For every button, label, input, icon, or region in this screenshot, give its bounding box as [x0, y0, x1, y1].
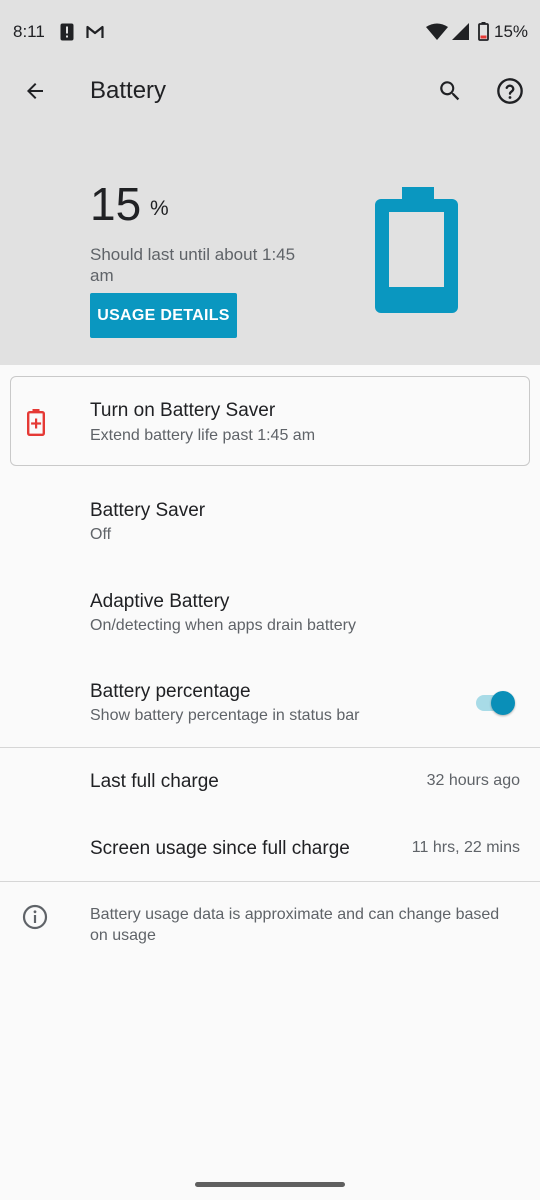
battery-icon — [478, 22, 489, 41]
info-icon — [22, 904, 48, 930]
battery-percentage-item[interactable]: Battery percentage Show battery percenta… — [0, 661, 540, 741]
battery-level-unit: % — [150, 197, 169, 220]
usage-disclaimer: Battery usage data is approximate and ca… — [90, 906, 500, 944]
screen-usage-row: Screen usage since full charge 11 hrs, 2… — [0, 817, 540, 881]
battery-level-value: 15 — [90, 178, 142, 230]
pref-title: Adaptive Battery — [90, 591, 230, 612]
suggestion-title: Turn on Battery Saver — [90, 400, 276, 421]
status-bar: 8:11 15% — [0, 0, 540, 64]
alert-icon — [60, 23, 74, 41]
status-battery-percent: 15% — [494, 22, 529, 41]
search-icon — [440, 81, 460, 101]
stat-value: 32 hours ago — [426, 772, 520, 789]
battery-percentage-toggle[interactable] — [474, 691, 516, 715]
back-arrow-icon — [27, 83, 43, 99]
status-time: 8:11 — [13, 22, 45, 41]
divider — [0, 747, 540, 748]
adaptive-battery-item[interactable]: Adaptive Battery On/detecting when apps … — [0, 571, 540, 651]
toggle-thumb — [491, 691, 515, 715]
battery-level-icon — [375, 187, 458, 313]
battery-saver-item[interactable]: Battery Saver Off — [0, 480, 540, 560]
suggestion-subtitle: Extend battery life past 1:45 am — [90, 427, 316, 444]
signal-icon — [452, 23, 469, 40]
pref-subtitle: Show battery percentage in status bar — [90, 707, 360, 724]
last-full-charge-row: Last full charge 32 hours ago — [0, 750, 540, 814]
divider — [0, 881, 540, 882]
battery-header: 8:11 15% Battery 15 % Should last until … — [0, 0, 540, 365]
pref-title: Battery Saver — [90, 500, 206, 521]
battery-plus-icon — [27, 409, 45, 436]
gesture-nav-handle[interactable] — [195, 1182, 345, 1187]
pref-subtitle: Off — [90, 526, 112, 543]
back-button[interactable] — [15, 71, 55, 111]
help-icon — [497, 78, 523, 104]
battery-saver-suggestion-card[interactable]: Turn on Battery Saver Extend battery lif… — [10, 376, 530, 466]
pref-subtitle: On/detecting when apps drain battery — [90, 617, 356, 634]
page-title: Battery — [90, 77, 167, 104]
battery-estimate: Should last until about 1:45 am — [90, 245, 296, 285]
help-button[interactable] — [490, 71, 530, 111]
stat-label: Last full charge — [90, 771, 219, 792]
wifi-icon — [426, 23, 448, 40]
gmail-icon — [86, 25, 104, 38]
pref-title: Battery percentage — [90, 681, 251, 702]
usage-details-button[interactable]: USAGE DETAILS — [90, 293, 237, 338]
search-button[interactable] — [430, 71, 470, 111]
stat-label: Screen usage since full charge — [90, 838, 350, 859]
stat-value: 11 hrs, 22 mins — [411, 839, 520, 856]
